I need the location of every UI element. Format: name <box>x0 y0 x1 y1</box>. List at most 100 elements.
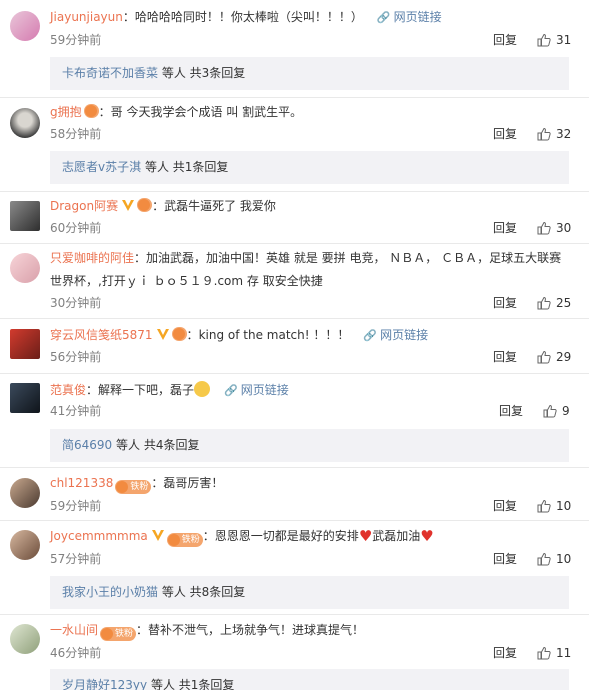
username-link[interactable]: 一水山间 <box>50 623 98 637</box>
divider <box>0 191 589 192</box>
comment-text: 武磊牛逼死了 我爱你 <box>164 199 276 213</box>
sub-reply-user[interactable]: 卡布奇诺不加香菜 <box>50 66 158 80</box>
thumbs-up-icon <box>537 552 551 566</box>
username-link[interactable]: g拥抱 <box>50 105 82 119</box>
comment-time: 56分钟前 <box>50 350 102 364</box>
like-button[interactable]: 11 <box>537 645 571 661</box>
user-avatar[interactable] <box>10 624 40 654</box>
divider <box>0 373 589 374</box>
fan-badge: 铁粉 <box>166 533 203 547</box>
thumbs-up-icon <box>537 499 551 513</box>
reply-button[interactable]: 回复 <box>493 32 517 48</box>
web-link[interactable]: 🔗 网页链接 <box>363 328 428 342</box>
sub-replies-bar[interactable]: 志愿者v苏子淇 等人 共1条回复 <box>50 151 569 184</box>
user-avatar[interactable] <box>10 11 40 41</box>
sub-reply-count[interactable]: 等人 共1条回复 <box>145 160 228 174</box>
like-count: 10 <box>556 552 572 566</box>
comment-text: 替补不泄气，上场就争气！进球真提气！ <box>148 623 365 637</box>
sub-reply-count[interactable]: 等人 共8条回复 <box>162 585 245 599</box>
sub-reply-count[interactable]: 等人 共1条回复 <box>151 678 234 690</box>
web-link[interactable]: 🔗 网页链接 <box>224 383 289 397</box>
divider <box>0 467 589 468</box>
like-count: 11 <box>556 646 572 660</box>
like-button[interactable]: 32 <box>537 126 571 142</box>
comment-time: 59分钟前 <box>50 499 102 513</box>
comment-text: king of the match! ！！！ <box>198 328 350 342</box>
username-link[interactable]: 穿云风信笺纸5871 <box>50 328 153 342</box>
reply-button[interactable]: 回复 <box>493 498 517 514</box>
comment-time: 46分钟前 <box>50 646 102 660</box>
sub-reply-user[interactable]: 简64690 <box>50 438 112 452</box>
fan-badge: 铁粉 <box>100 627 137 641</box>
verified-v-icon <box>156 329 169 340</box>
username-link[interactable]: 范真俊 <box>50 383 86 397</box>
reply-button[interactable]: 回复 <box>493 645 517 661</box>
thumbs-up-icon <box>537 33 551 47</box>
like-button[interactable]: 25 <box>537 295 571 311</box>
like-button[interactable]: 10 <box>537 551 571 567</box>
reply-button[interactable]: 回复 <box>493 295 517 311</box>
comment-time: 30分钟前 <box>50 296 102 310</box>
like-count: 30 <box>556 221 572 235</box>
username-link[interactable]: Jiayunjiayun <box>50 10 123 24</box>
user-avatar[interactable] <box>10 108 40 138</box>
like-count: 25 <box>556 296 572 310</box>
username-link[interactable]: Joycemmmmma <box>50 529 148 543</box>
comment-list: Jiayunjiayun：哈哈哈哈同时！！你太棒啦（尖叫！！！） 🔗 网页链接 59… <box>0 0 589 690</box>
link-icon: 🔗 <box>224 384 238 397</box>
heart-icon: ♥ <box>358 527 373 545</box>
divider <box>0 97 589 98</box>
verified-v-icon <box>122 200 135 211</box>
sub-replies-bar[interactable]: 简64690 等人 共4条回复 <box>50 429 569 462</box>
like-button[interactable]: 10 <box>537 498 571 514</box>
reply-button[interactable]: 回复 <box>493 126 517 142</box>
user-avatar[interactable] <box>10 478 40 508</box>
sub-replies-bar[interactable]: 卡布奇诺不加香菜 等人 共3条回复 <box>50 57 569 90</box>
thumbs-up-icon <box>537 221 551 235</box>
thumbs-up-icon <box>537 646 551 660</box>
comment-text: 加油武磊，加油中国！英雄 就是 要拼 电竞， ＮＢＡ， ＣＢＡ，足球五大联赛 <box>146 251 562 265</box>
comment-text: 哥 今天我学会个成语 叫 割武生平。 <box>110 105 303 119</box>
comment-text-continued: 世界杯，,打开ｙｉ ｂｏ５１９.com 存 取安全快捷 <box>50 274 323 288</box>
comment-text: 哈哈哈哈同时！！你太棒啦（尖叫！！！） <box>134 10 363 24</box>
username-link[interactable]: 只爱咖啡的阿佳 <box>50 251 134 265</box>
comment-text: 恩恩恩一切都是最好的安排 <box>214 529 359 543</box>
reply-button[interactable]: 回复 <box>493 349 517 365</box>
sub-reply-user[interactable]: 志愿者v苏子淇 <box>50 160 141 174</box>
thumbs-up-icon <box>537 350 551 364</box>
comment-time: 59分钟前 <box>50 33 102 47</box>
link-icon: 🔗 <box>363 329 378 342</box>
user-avatar[interactable] <box>10 253 40 283</box>
username-link[interactable]: chl121338 <box>50 476 113 490</box>
sub-replies-bar[interactable]: 我家小王的小奶猫 等人 共8条回复 <box>50 576 569 609</box>
reply-button[interactable]: 回复 <box>493 551 517 567</box>
reply-button[interactable]: 回复 <box>499 403 523 419</box>
user-avatar[interactable] <box>10 383 40 413</box>
sub-reply-count[interactable]: 等人 共3条回复 <box>162 66 245 80</box>
sub-reply-count[interactable]: 等人 共4条回复 <box>116 438 199 452</box>
thumbs-up-icon <box>543 404 557 418</box>
sub-reply-user[interactable]: 我家小王的小奶猫 <box>50 585 158 599</box>
like-button[interactable]: 9 <box>543 403 570 419</box>
like-count: 9 <box>562 404 570 418</box>
fan-badge-icon <box>171 327 187 341</box>
username-link[interactable]: Dragon阿赛 <box>50 199 118 213</box>
divider <box>0 318 589 319</box>
verified-v-icon <box>151 530 164 541</box>
sub-reply-user[interactable]: 岁月静好123yy <box>50 678 147 690</box>
reply-button[interactable]: 回复 <box>493 220 517 236</box>
user-avatar[interactable] <box>10 201 40 231</box>
comment-text: 解释一下吧，磊子 <box>98 383 195 397</box>
divider <box>0 614 589 615</box>
user-avatar[interactable] <box>10 530 40 560</box>
thumbs-up-icon <box>537 296 551 310</box>
user-avatar[interactable] <box>10 329 40 359</box>
sub-replies-bar[interactable]: 岁月静好123yy 等人 共1条回复 <box>50 669 569 690</box>
web-link[interactable]: 🔗 网页链接 <box>377 10 442 24</box>
comment-time: 57分钟前 <box>50 552 102 566</box>
like-count: 31 <box>556 33 572 47</box>
fan-badge: 铁粉 <box>115 480 152 494</box>
like-button[interactable]: 31 <box>537 32 571 48</box>
like-button[interactable]: 29 <box>537 349 571 365</box>
like-button[interactable]: 30 <box>537 220 571 236</box>
